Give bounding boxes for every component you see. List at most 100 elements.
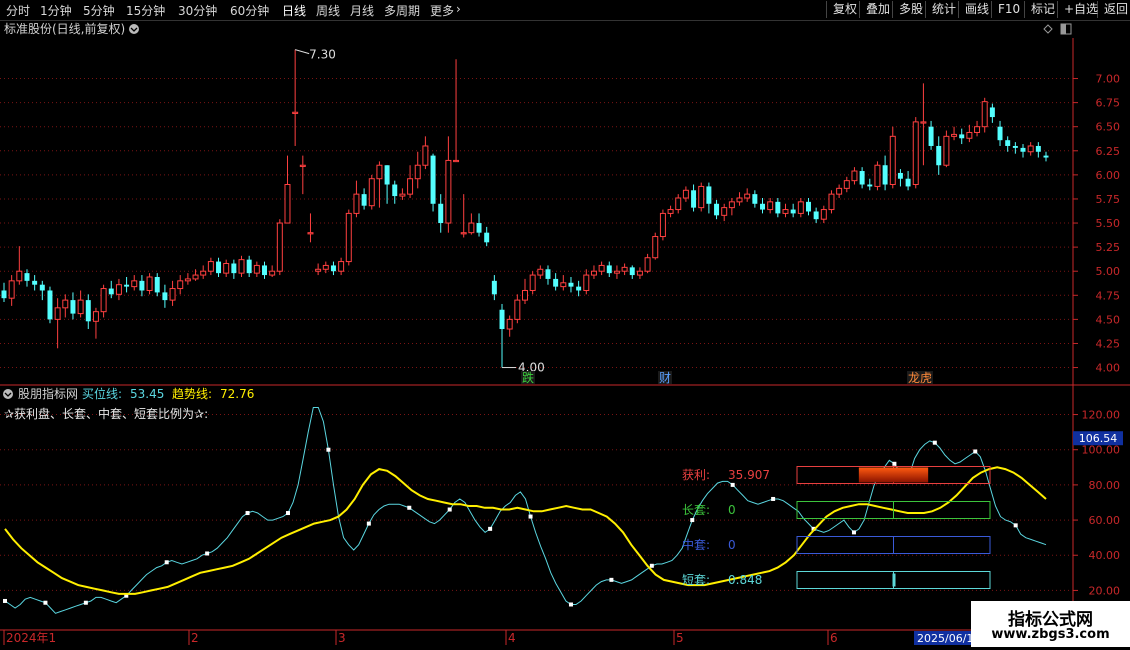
- series-marker-0-176: [892, 461, 897, 466]
- candle-body-81: [621, 266, 628, 272]
- candle-body-17: [131, 280, 138, 288]
- series-marker-0-128: [649, 563, 654, 568]
- candle-body-36: [276, 222, 283, 272]
- candle-body-82: [629, 267, 635, 276]
- ind-tick-label-4: 100.00: [1082, 444, 1121, 457]
- candle-body-5: [39, 284, 45, 291]
- candle-body-44: [338, 261, 345, 272]
- candle-body-103: [790, 209, 796, 214]
- candle-body-112: [859, 171, 865, 185]
- candle-body-72: [553, 278, 559, 287]
- candle-body-100: [767, 201, 774, 211]
- candle-body-89: [682, 189, 689, 199]
- candle-body-58: [445, 159, 452, 224]
- candle-body-125: [959, 134, 965, 139]
- indicator-description: ✰获利盘、长套、中套、短套比例为✰:: [4, 406, 208, 421]
- current-value-tag: 106.54: [1079, 432, 1118, 445]
- main-chart-title: 标准股份(日线,前复权): [4, 21, 125, 36]
- candle-body-25: [192, 274, 199, 280]
- series-marker-0-96: [488, 526, 493, 531]
- event-marker-1: 财: [659, 371, 671, 385]
- price-tick-label-5: 5.25: [1096, 241, 1121, 254]
- candle-body-30: [231, 263, 237, 274]
- diamond-icon: [1043, 24, 1053, 34]
- event-marker-2: 龙虎: [908, 371, 932, 385]
- candle-body-15: [115, 284, 122, 295]
- candle-body-2: [16, 270, 23, 282]
- candle-body-61: [468, 222, 475, 234]
- candle-body-101: [775, 201, 781, 214]
- candle-body-63: [484, 232, 490, 243]
- candle-body-90: [691, 190, 697, 208]
- candle-body-130: [997, 126, 1003, 141]
- candle-body-70: [537, 268, 544, 276]
- candle-body-55: [422, 145, 429, 166]
- price-tick-label-12: 7.00: [1096, 73, 1121, 86]
- series-marker-0-8: [43, 600, 48, 605]
- candle-body-78: [598, 264, 605, 272]
- candle-body-16: [124, 284, 130, 287]
- candle-body-133: [1020, 147, 1026, 152]
- candle-body-111: [851, 170, 858, 182]
- candle-body-54: [414, 164, 421, 180]
- buy-line-value: 53.45: [130, 387, 164, 401]
- price-tick-label-10: 6.50: [1096, 121, 1121, 134]
- trend-line-label: 趋势线:: [172, 387, 212, 401]
- candle-body-69: [529, 274, 536, 291]
- candle-body-11: [85, 300, 91, 322]
- chart-canvas: 4.00 4.25 4.50 4.75 5.00 5.25 5.50 5.75 6.00 6.25…: [0, 21, 1130, 645]
- watermark-logo: 指标公式网 www.zbgs3.com: [971, 601, 1130, 647]
- candle-body-59: [453, 159, 460, 163]
- series-marker-0-192: [973, 449, 978, 454]
- candle-body-9: [70, 300, 76, 314]
- series-marker-0-104: [528, 514, 533, 519]
- candle-body-21: [162, 292, 168, 301]
- panel-value-0: 35.907: [728, 468, 770, 482]
- candle-body-87: [667, 209, 674, 214]
- price-tick-label-4: 5.00: [1096, 265, 1121, 278]
- candle-body-42: [322, 264, 329, 270]
- candle-body-66: [506, 318, 513, 330]
- candle-body-131: [1005, 140, 1011, 146]
- candle-body-127: [974, 126, 981, 133]
- candle-body-113: [867, 184, 873, 187]
- panel-label-1: 长套:: [682, 503, 710, 517]
- candle-body-62: [476, 223, 482, 233]
- candle-body-47: [361, 194, 367, 206]
- candle-body-117: [897, 172, 903, 179]
- ind-tick-label-5: 120.00: [1082, 409, 1121, 422]
- candle-body-99: [760, 203, 766, 210]
- candle-body-109: [836, 187, 843, 195]
- event-marker-0: 跌: [522, 370, 534, 385]
- candle-body-126: [966, 131, 973, 139]
- candle-body-38: [292, 111, 299, 114]
- candle-body-76: [583, 274, 590, 291]
- panel-label-2: 中套:: [682, 537, 710, 552]
- candle-body-119: [912, 121, 919, 186]
- candle-body-83: [636, 270, 643, 276]
- candle-body-108: [828, 193, 835, 211]
- candle-body-128: [981, 101, 988, 128]
- price-tick-label-2: 4.50: [1096, 313, 1121, 326]
- series-marker-0-184: [932, 440, 937, 445]
- candle-body-95: [728, 201, 735, 209]
- candle-body-79: [606, 265, 612, 274]
- time-label-2: 3: [338, 631, 346, 645]
- candle-body-124: [951, 133, 958, 137]
- high-price-label: 7.30: [309, 48, 336, 62]
- candle-body-115: [882, 165, 888, 185]
- price-tick-label-7: 5.75: [1096, 193, 1121, 206]
- candle-body-75: [576, 286, 582, 291]
- price-tick-label-8: 6.00: [1096, 169, 1121, 182]
- candle-body-14: [108, 288, 114, 295]
- series-marker-0-40: [205, 551, 210, 556]
- candle-body-64: [491, 280, 497, 295]
- candle-body-23: [177, 280, 184, 290]
- candle-body-31: [238, 259, 245, 274]
- price-tick-label-6: 5.50: [1096, 217, 1121, 230]
- chevron-down-icon: [129, 24, 139, 34]
- candle-body-28: [216, 261, 222, 274]
- panel-value-1: 0: [728, 503, 736, 517]
- candle-body-6: [47, 290, 53, 320]
- candle-body-45: [345, 212, 352, 263]
